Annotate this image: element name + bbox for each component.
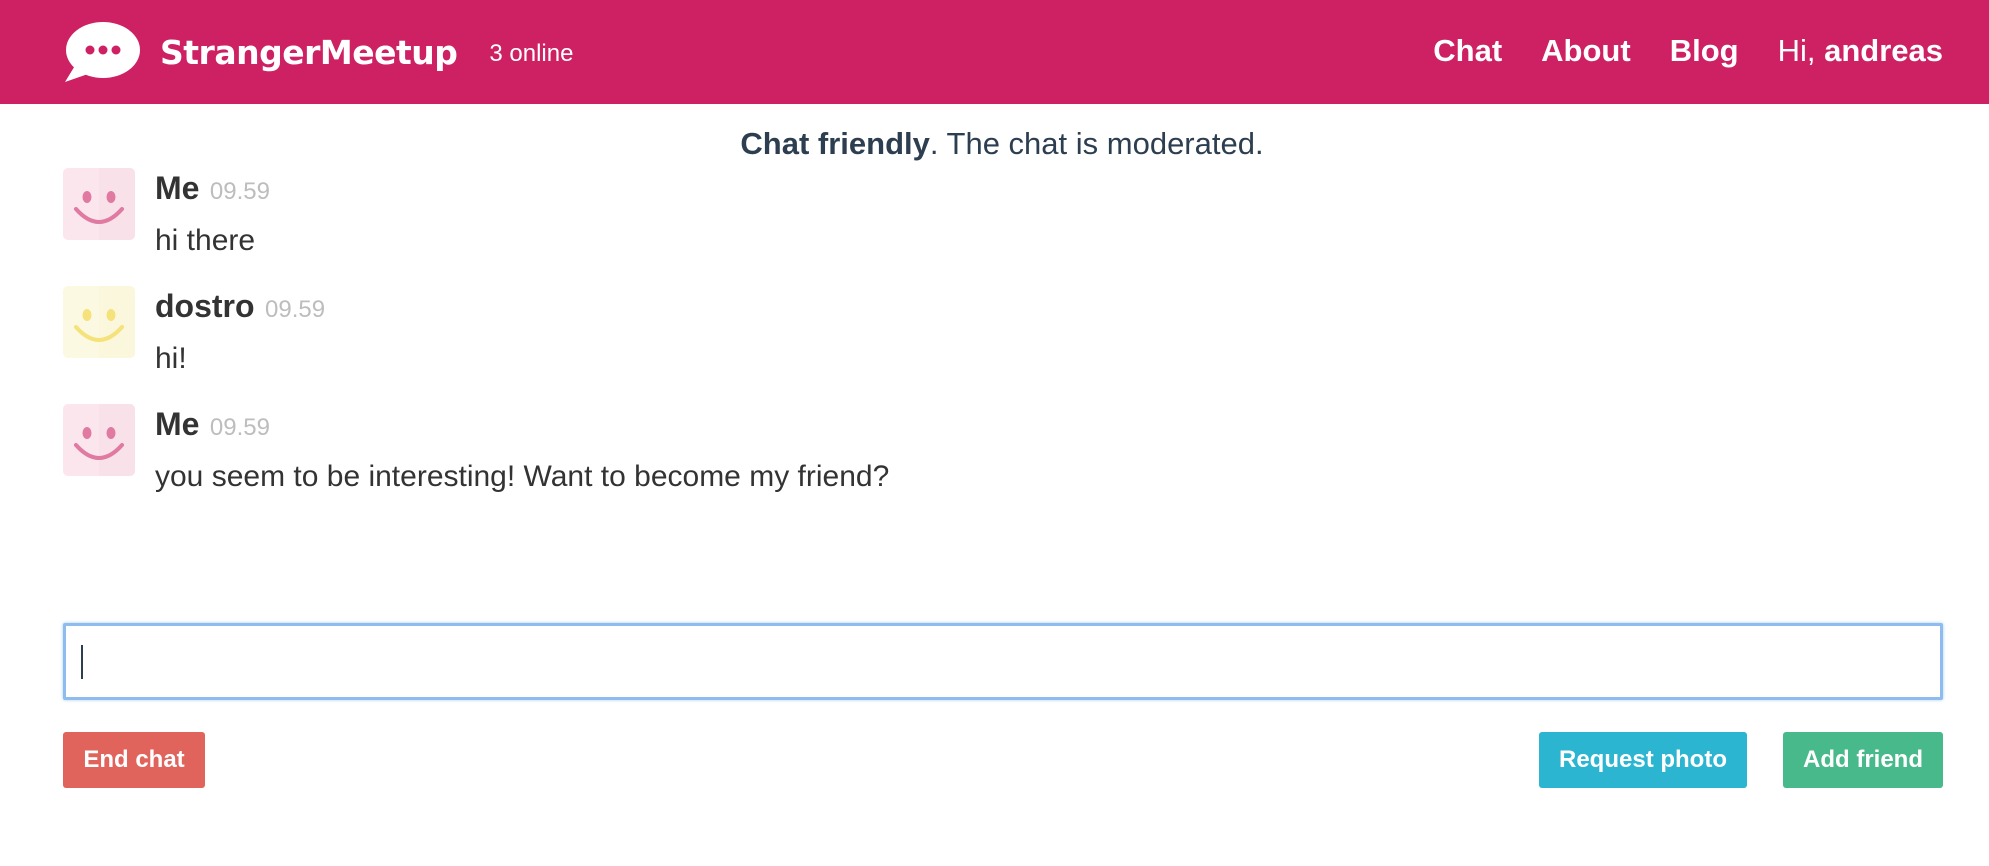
request-photo-button[interactable]: Request photo <box>1539 732 1747 788</box>
user-greeting[interactable]: Hi, andreas <box>1778 33 1943 69</box>
notice-text: . The chat is moderated. <box>929 126 1264 161</box>
username[interactable]: andreas <box>1824 33 1943 68</box>
notice-bold: Chat friendly <box>740 126 930 161</box>
message: Me 09.59 you seem to be interesting! Wan… <box>63 404 1943 522</box>
message-author: Me <box>155 170 200 206</box>
message: dostro 09.59 hi! <box>63 286 1943 404</box>
online-count: 3 online <box>489 40 574 67</box>
moderation-notice: Chat friendly. The chat is moderated. <box>0 126 1989 162</box>
main-nav: Chat About Blog Hi, andreas <box>1394 30 1943 72</box>
message-text: you seem to be interesting! Want to beco… <box>155 460 890 493</box>
message-header: Me 09.59 <box>155 406 270 443</box>
smiley-icon <box>63 168 135 240</box>
avatar <box>63 286 135 358</box>
smiley-icon <box>63 286 135 358</box>
message-header: Me 09.59 <box>155 170 270 207</box>
message-text: hi there <box>155 224 256 257</box>
end-chat-button[interactable]: End chat <box>63 732 205 788</box>
nav-chat[interactable]: Chat <box>1433 33 1502 69</box>
greeting-prefix: Hi, <box>1777 33 1816 68</box>
message-time: 09.59 <box>209 414 270 441</box>
add-friend-button[interactable]: Add friend <box>1783 732 1943 788</box>
message-author: dostro <box>155 288 255 324</box>
message-list: Me 09.59 hi there dostro 09.59 hi! Me 09… <box>63 168 1943 522</box>
message-time: 09.59 <box>209 178 270 205</box>
chat-bubble-ellipsis-icon <box>65 22 140 82</box>
nav-about[interactable]: About <box>1541 33 1631 69</box>
message: Me 09.59 hi there <box>63 168 1943 286</box>
brand[interactable]: StrangerMeetup 3 online <box>62 20 573 84</box>
smiley-icon <box>63 404 135 476</box>
avatar <box>63 404 135 476</box>
avatar <box>63 168 135 240</box>
brand-name[interactable]: StrangerMeetup <box>160 33 458 72</box>
message-text: hi! <box>155 342 187 375</box>
navbar: StrangerMeetup 3 online Chat About Blog … <box>0 0 1989 104</box>
message-header: dostro 09.59 <box>155 288 325 325</box>
nav-blog[interactable]: Blog <box>1670 33 1739 69</box>
message-author: Me <box>155 406 200 442</box>
text-caret <box>81 645 83 679</box>
message-time: 09.59 <box>265 296 326 323</box>
message-input[interactable] <box>63 623 1943 700</box>
